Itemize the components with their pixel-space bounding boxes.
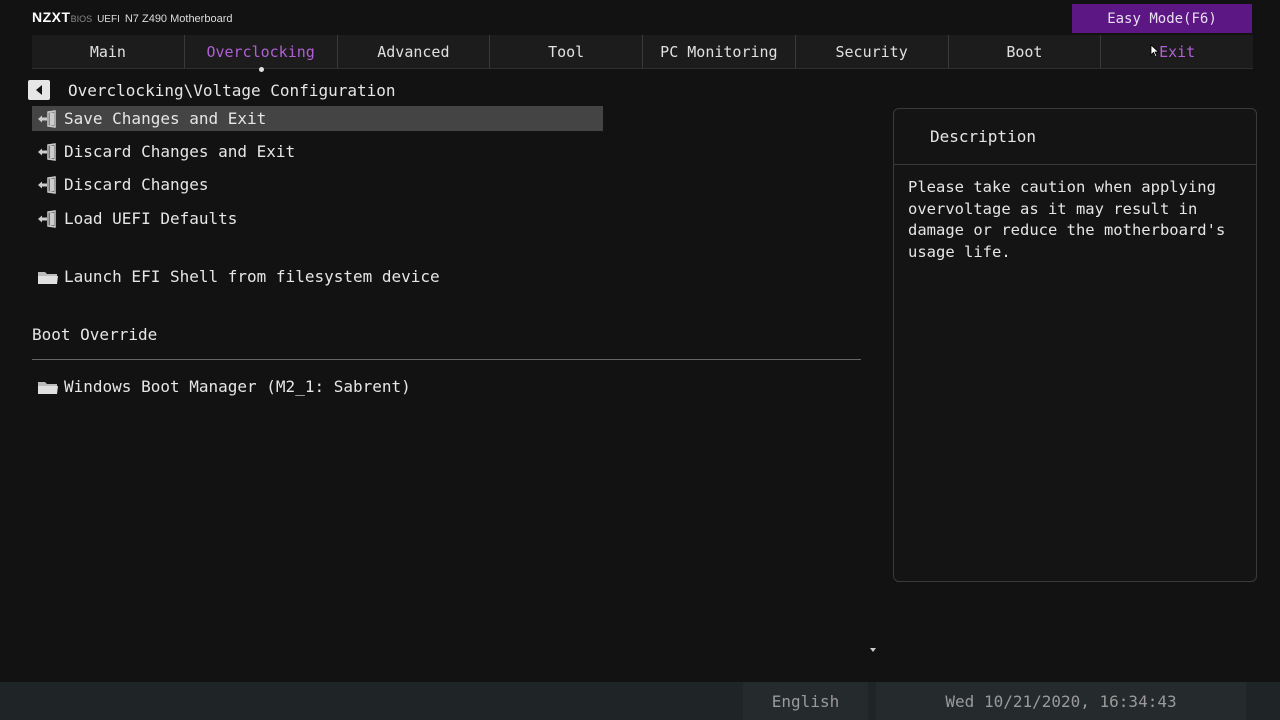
exit-door-icon [36, 175, 60, 195]
folder-icon [36, 267, 60, 287]
section-divider [32, 359, 861, 360]
menu-item-label: Save Changes and Exit [64, 109, 267, 128]
tab-label: Exit [1159, 42, 1196, 61]
exit-door-icon [36, 142, 60, 162]
launch-efi-shell-item[interactable]: Launch EFI Shell from filesystem device [32, 264, 603, 289]
footer-bar: English Wed 10/21/2020, 16:34:43 [0, 682, 1280, 720]
mouse-pointer-icon [1150, 44, 1160, 58]
tab-label: Boot [1006, 42, 1043, 61]
tab-pc-monitoring[interactable]: PC Monitoring [643, 35, 796, 69]
description-panel: Description Please take caution when app… [893, 108, 1257, 582]
tab-main[interactable]: Main [32, 35, 185, 69]
menu-item-label: Discard Changes [64, 175, 209, 194]
bios-label: BIOS [70, 14, 93, 24]
tab-label: PC Monitoring [660, 42, 778, 61]
top-bar: NZXTBIOS UEFI N7 Z490 Motherboard Easy Mod… [0, 0, 1280, 34]
menu-item-label: Windows Boot Manager (M2_1: Sabrent) [64, 377, 411, 396]
tab-exit[interactable]: Exit [1101, 35, 1253, 69]
back-arrow-icon [36, 85, 42, 95]
date-time-display: Wed 10/21/2020, 16:34:43 [876, 682, 1246, 720]
menu-item-label: Discard Changes and Exit [64, 142, 296, 161]
breadcrumb-row: Overclocking\Voltage Configuration [28, 79, 396, 101]
language-selector[interactable]: English [743, 682, 868, 720]
nzxt-logo: NZXT [32, 9, 71, 25]
back-button[interactable] [28, 80, 50, 100]
uefi-label: UEFI [97, 14, 120, 25]
tab-advanced[interactable]: Advanced [337, 35, 491, 69]
brand: NZXTBIOS UEFI N7 Z490 Motherboard [32, 9, 232, 25]
breadcrumb: Overclocking\Voltage Configuration [68, 80, 396, 100]
description-title: Description [894, 109, 1256, 165]
save-changes-and-exit-item[interactable]: Save Changes and Exit [32, 106, 603, 131]
exit-door-icon [36, 209, 60, 229]
tab-overclocking[interactable]: Overclocking [184, 35, 338, 72]
boot-override-title: Boot Override [32, 325, 158, 344]
tab-security[interactable]: Security [795, 35, 949, 69]
tab-tool[interactable]: Tool [490, 35, 643, 69]
active-tab-indicator [258, 67, 264, 72]
tab-label: Advanced [377, 42, 450, 61]
description-text: Please take caution when applying overvo… [908, 178, 1226, 261]
load-uefi-defaults-item[interactable]: Load UEFI Defaults [32, 206, 603, 231]
tab-label: Main [89, 42, 126, 61]
windows-boot-manager-item[interactable]: Windows Boot Manager (M2_1: Sabrent) [32, 374, 603, 399]
tab-label: Tool [548, 42, 585, 61]
discard-changes-and-exit-item[interactable]: Discard Changes and Exit [32, 139, 603, 164]
scroll-down-indicator [870, 648, 876, 652]
menu-item-label: Launch EFI Shell from filesystem device [64, 267, 440, 286]
menu-item-label: Load UEFI Defaults [64, 209, 238, 228]
tab-label: Overclocking [206, 42, 315, 61]
main-tabs: Main Overclocking Advanced Tool PC Monit… [32, 35, 1253, 72]
motherboard-model: N7 Z490 Motherboard [124, 13, 233, 25]
exit-door-icon [36, 109, 60, 129]
tab-label: Security [835, 42, 908, 61]
discard-changes-item[interactable]: Discard Changes [32, 172, 603, 197]
folder-icon [36, 377, 60, 397]
tab-boot[interactable]: Boot [948, 35, 1102, 69]
easy-mode-button[interactable]: Easy Mode(F6) [1072, 4, 1252, 33]
